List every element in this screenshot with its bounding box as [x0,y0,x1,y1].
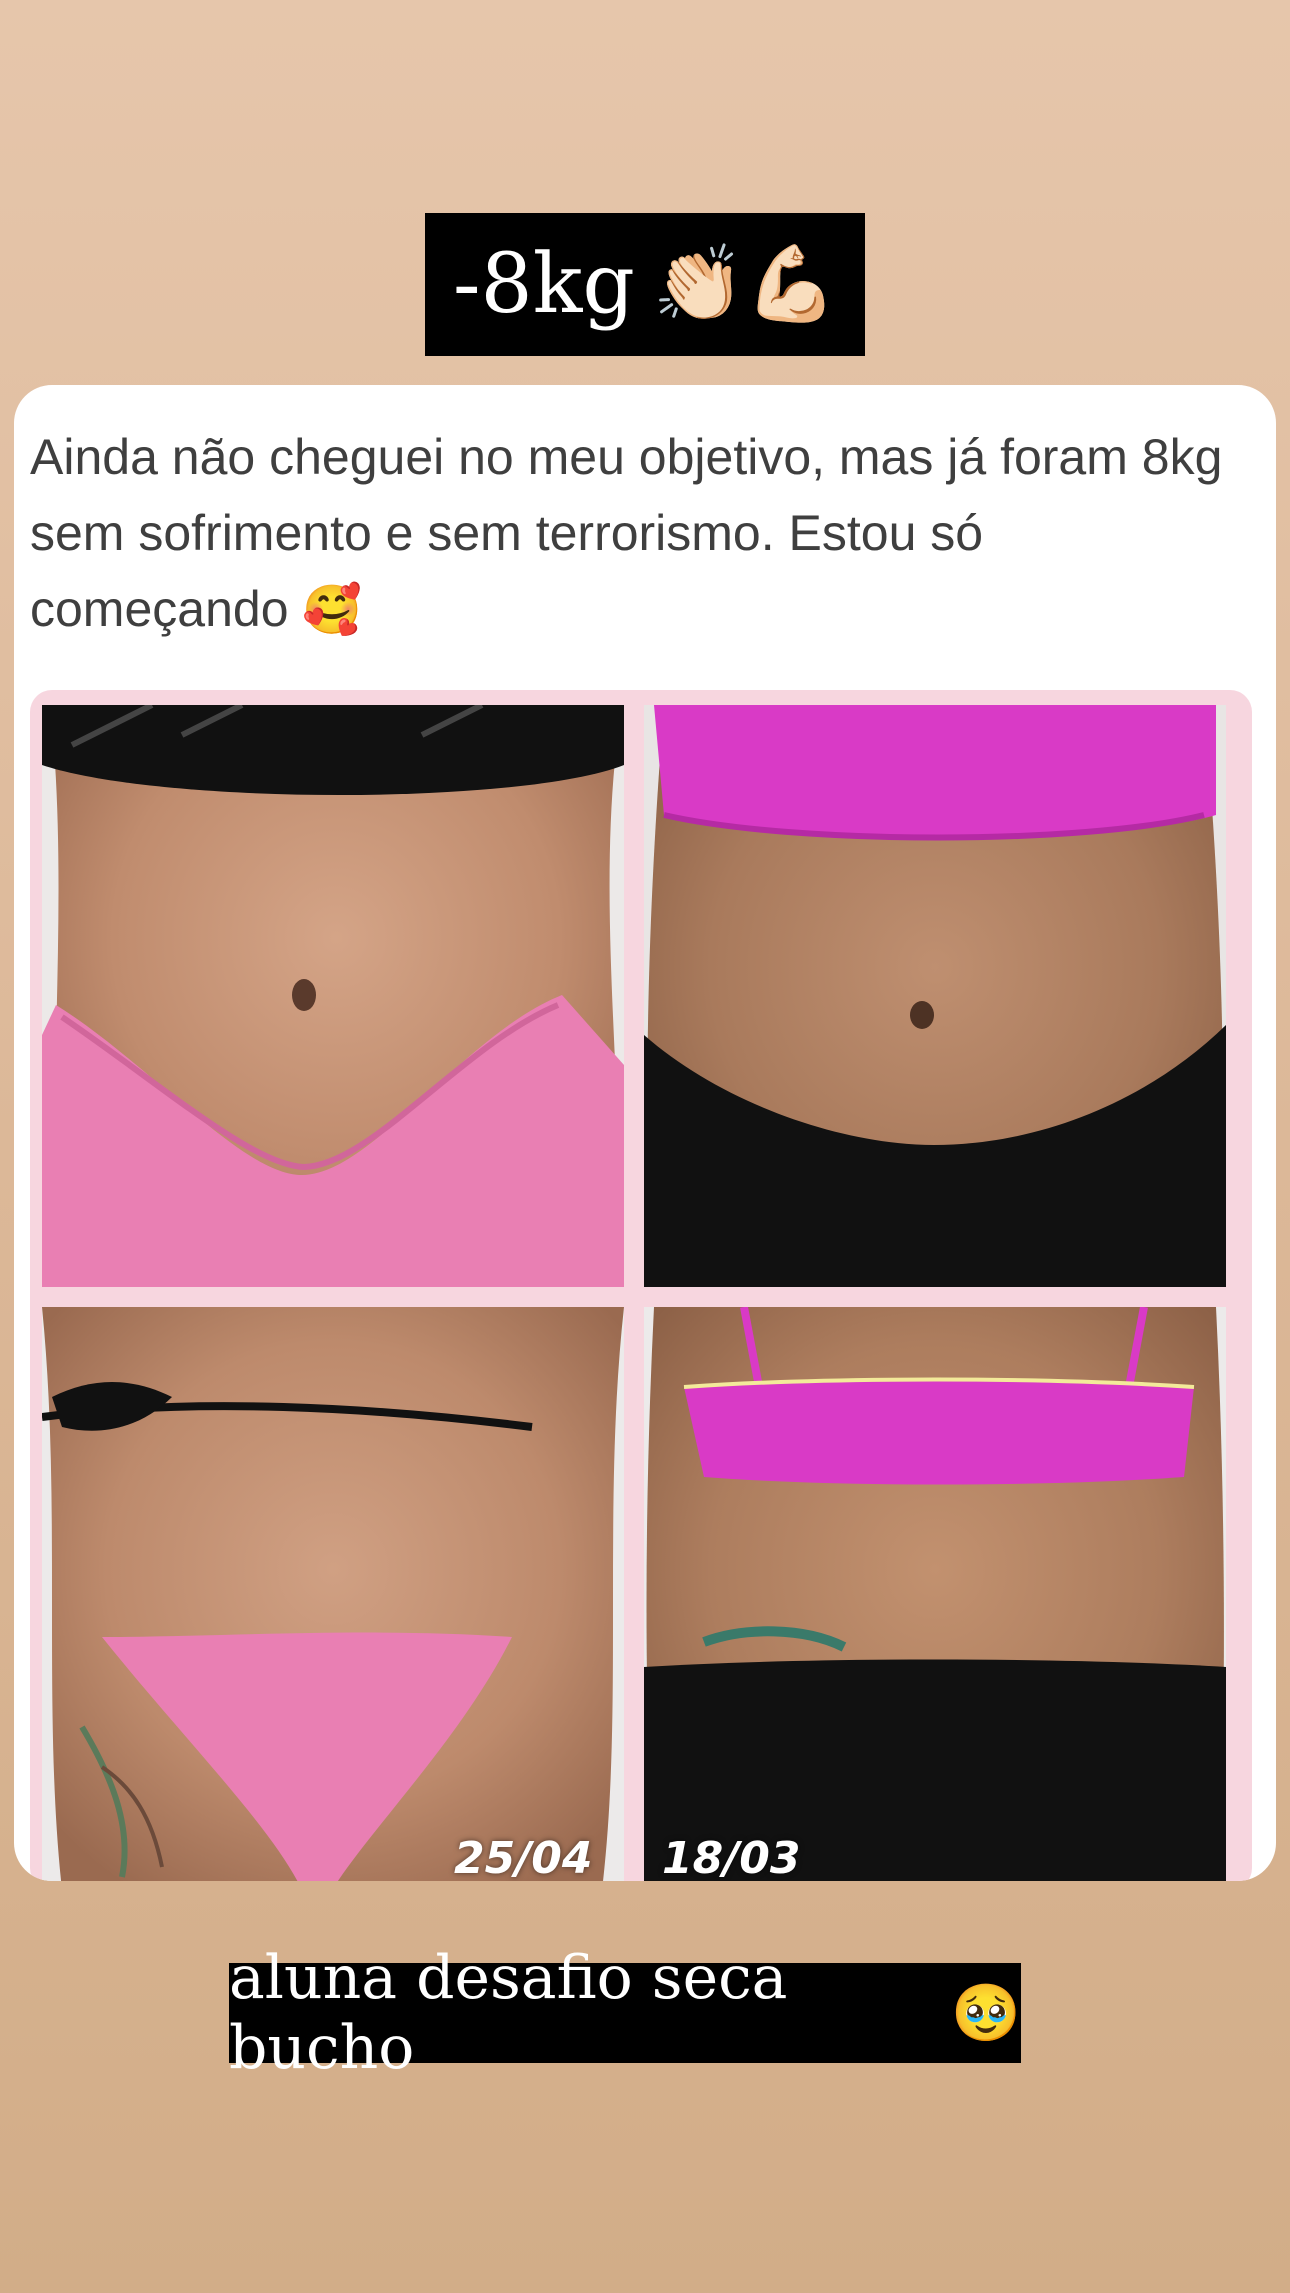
bottom-text-sticker: aluna desafio seca bucho 🥹 [229,1943,1021,2083]
top-sticker-text: -8kg [452,237,635,332]
after-front-photo [42,705,624,1287]
date-label-before: 18/03 [662,1833,801,1881]
bottom-sticker-text: aluna desafio seca bucho [229,1943,788,2083]
after-back-photo: 25/04 [42,1307,624,1881]
clap-flex-emoji: 👏🏻💪🏻 [652,241,838,327]
pleading-face-emoji: 🥹 [951,1981,1021,2046]
post-screenshot-card: Ainda não cheguei no meu objetivo, mas j… [14,385,1276,1881]
before-back-illustration [644,1307,1226,1881]
before-front-photo [644,705,1226,1287]
date-label-after: 25/04 [454,1833,593,1881]
top-text-sticker: -8kg 👏🏻💪🏻 [425,213,865,356]
before-back-photo: 18/03 [644,1307,1226,1881]
post-caption-text: Ainda não cheguei no meu objetivo, mas j… [30,429,1223,637]
post-caption: Ainda não cheguei no meu objetivo, mas j… [30,419,1250,648]
smiling-hearts-emoji: 🥰 [302,582,363,638]
after-front-illustration [42,705,624,1287]
before-after-collage: 25/04 18/03 [30,690,1252,1881]
after-back-illustration [42,1307,624,1881]
before-front-illustration [644,705,1226,1287]
